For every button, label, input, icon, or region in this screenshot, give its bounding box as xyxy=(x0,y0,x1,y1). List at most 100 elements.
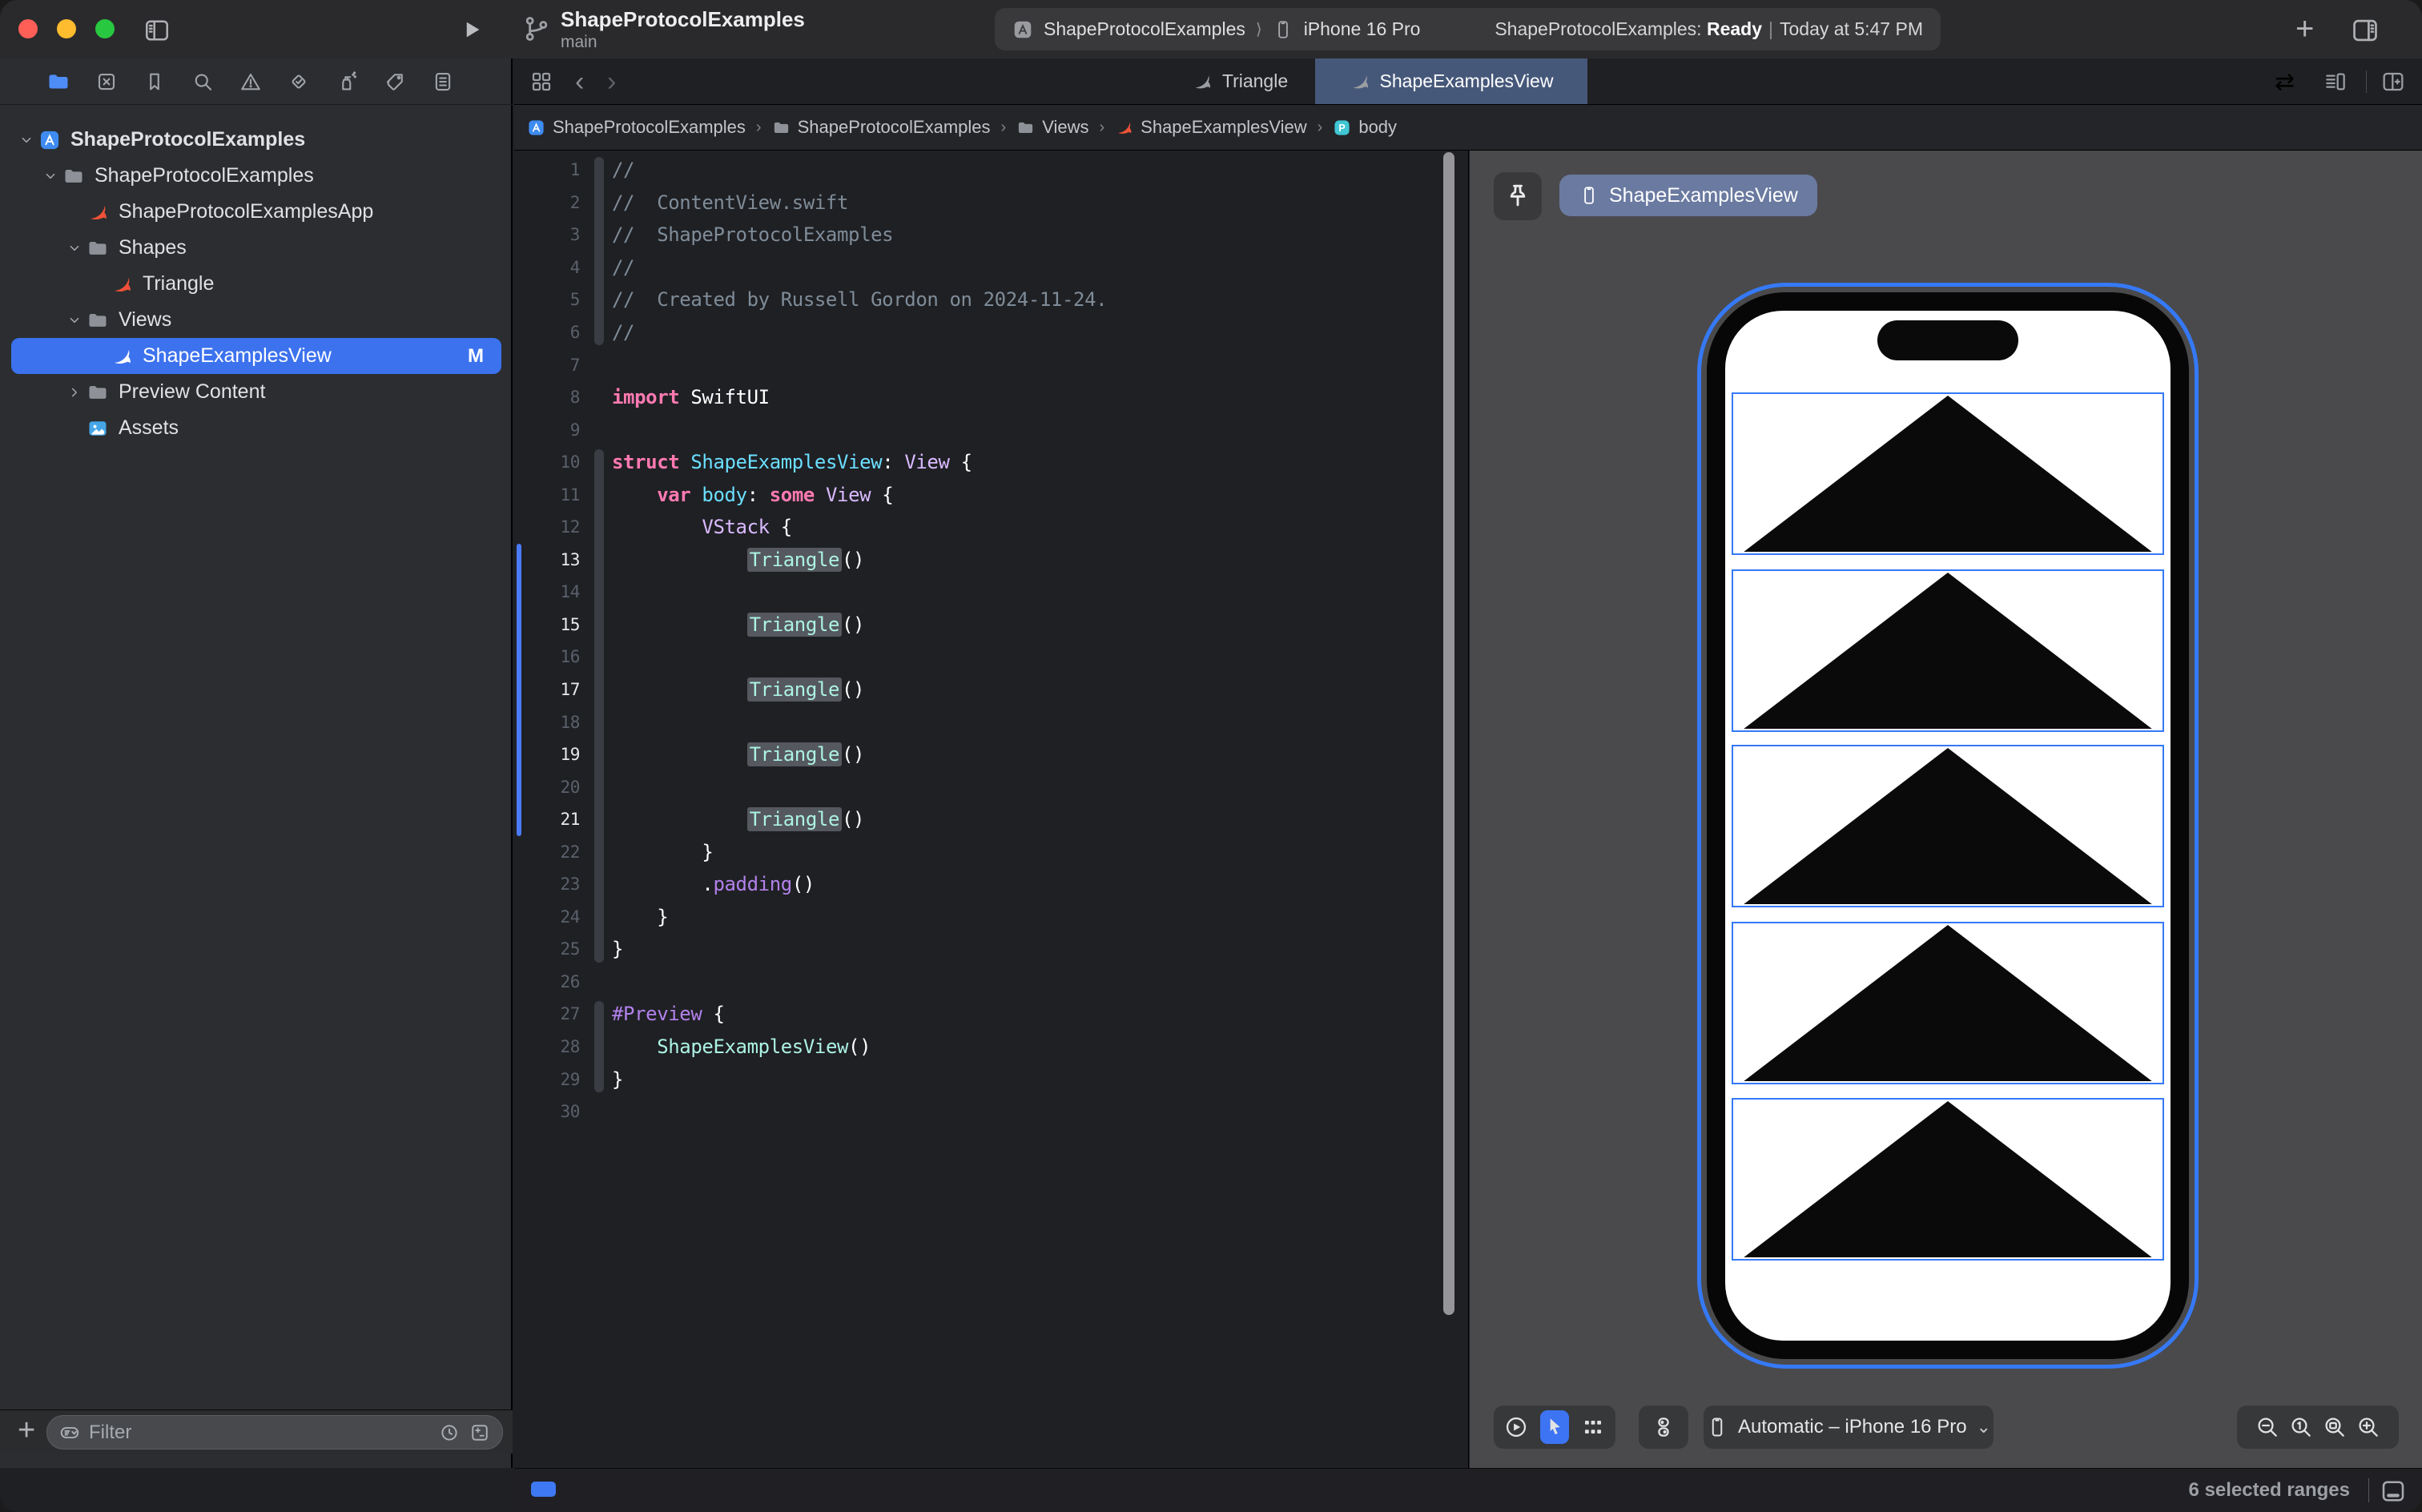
sidebar-item-file-shapeprotocolexamplesapp[interactable]: ShapeProtocolExamplesApp xyxy=(0,194,513,230)
navigator-diamond-check-icon[interactable] xyxy=(287,70,311,94)
code-line-1[interactable]: 1// xyxy=(514,154,1468,187)
code-line-6[interactable]: 6// xyxy=(514,316,1468,349)
code-line-19[interactable]: 19 Triangle() xyxy=(514,738,1468,771)
disclosure-open-icon[interactable] xyxy=(38,167,62,185)
navigator-search-icon[interactable] xyxy=(191,70,215,94)
run-button[interactable] xyxy=(460,18,484,42)
code-line-2[interactable]: 2// ContentView.swift xyxy=(514,187,1468,219)
adjust-editor-options-icon[interactable] xyxy=(2323,69,2348,94)
code-line-5[interactable]: 5// Created by Russell Gordon on 2024-11… xyxy=(514,284,1468,316)
code-line-13[interactable]: 13 Triangle() xyxy=(514,544,1468,577)
code-line-8[interactable]: 8import SwiftUI xyxy=(514,381,1468,414)
scheme-project-label[interactable]: ShapeProtocolExamples xyxy=(1044,18,1245,40)
code-line-14[interactable]: 14 xyxy=(514,576,1468,609)
breadcrumb-shapeexamplesview[interactable]: ShapeExamplesView xyxy=(1115,117,1307,138)
breadcrumb-body[interactable]: Pbody xyxy=(1333,117,1397,138)
disclosure-closed-icon[interactable] xyxy=(62,384,86,401)
triangle-view-2[interactable] xyxy=(1732,569,2164,732)
zoom-window-button[interactable] xyxy=(95,19,115,38)
code-line-18[interactable]: 18 xyxy=(514,706,1468,738)
selectable-mode-button[interactable] xyxy=(1540,1410,1569,1444)
navigator-folder-nav-icon[interactable] xyxy=(46,70,70,94)
toggle-inspector-icon[interactable] xyxy=(2350,15,2380,46)
code-line-25[interactable]: 25} xyxy=(514,933,1468,966)
scheme-device-label[interactable]: iPhone 16 Pro xyxy=(1304,18,1421,40)
code-line-24[interactable]: 24 } xyxy=(514,901,1468,934)
tab-triangle[interactable]: Triangle xyxy=(1165,58,1315,104)
triangle-view-4[interactable] xyxy=(1732,922,2164,1084)
minimize-window-button[interactable] xyxy=(57,19,76,38)
close-window-button[interactable] xyxy=(18,19,38,38)
triangle-view-3[interactable] xyxy=(1732,745,2164,907)
pin-preview-button[interactable] xyxy=(1493,171,1543,221)
editor-scrollbar[interactable] xyxy=(1443,152,1454,1315)
code-line-28[interactable]: 28 ShapeExamplesView() xyxy=(514,1031,1468,1064)
toggle-navigator-icon[interactable] xyxy=(143,16,171,45)
tab-shapeexamplesview[interactable]: ShapeExamplesView xyxy=(1315,58,1587,104)
code-line-7[interactable]: 7 xyxy=(514,348,1468,381)
add-tab-button[interactable]: + xyxy=(2295,11,2314,47)
code-line-30[interactable]: 30 xyxy=(514,1096,1468,1128)
disclosure-open-icon[interactable] xyxy=(62,239,86,257)
breadcrumb-shapeprotocolexamples[interactable]: ShapeProtocolExamples xyxy=(527,117,746,138)
sidebar-item-group-preview-content[interactable]: Preview Content xyxy=(0,374,513,410)
code-line-20[interactable]: 20 xyxy=(514,770,1468,803)
code-line-4[interactable]: 4// xyxy=(514,251,1468,284)
code-line-10[interactable]: 10struct ShapeExamplesView: View { xyxy=(514,446,1468,479)
code-line-3[interactable]: 3// ShapeProtocolExamples xyxy=(514,219,1468,251)
sidebar-item-group-shapeprotocolexamples[interactable]: ShapeProtocolExamples xyxy=(0,158,513,194)
sidebar-item-file-triangle[interactable]: Triangle xyxy=(0,266,513,302)
code-line-9[interactable]: 9 xyxy=(514,413,1468,446)
navigator-tag-icon[interactable] xyxy=(383,70,407,94)
preview-view-pill[interactable]: ShapeExamplesView xyxy=(1559,175,1817,216)
zoom-fit-icon[interactable] xyxy=(2322,1414,2348,1440)
sidebar-item-file-shapeexamplesview[interactable]: ShapeExamplesViewM xyxy=(11,338,501,374)
code-line-23[interactable]: 23 .padding() xyxy=(514,868,1468,901)
breadcrumb-shapeprotocolexamples[interactable]: ShapeProtocolExamples xyxy=(772,117,991,138)
source-editor[interactable]: 1//2// ContentView.swift3// ShapeProtoco… xyxy=(514,151,1469,1468)
navigator-warning-icon[interactable] xyxy=(239,70,263,94)
go-forward-icon[interactable]: › xyxy=(607,66,616,98)
go-back-icon[interactable]: ‹ xyxy=(575,66,584,98)
navigator-spray-icon[interactable] xyxy=(335,70,359,94)
code-line-29[interactable]: 29} xyxy=(514,1063,1468,1096)
split-editor-icon[interactable] xyxy=(2380,69,2406,94)
triangle-view-5[interactable] xyxy=(1732,1098,2164,1261)
code-line-16[interactable]: 16 xyxy=(514,641,1468,674)
sidebar-item-group-shapes[interactable]: Shapes xyxy=(0,230,513,266)
navigator-grid-x-icon[interactable] xyxy=(95,70,119,94)
code-line-15[interactable]: 15 Triangle() xyxy=(514,609,1468,641)
code-line-12[interactable]: 12 VStack { xyxy=(514,511,1468,544)
related-items-icon[interactable] xyxy=(529,69,554,94)
preview-device-menu[interactable]: Automatic – iPhone 16 Pro ⌄ xyxy=(1704,1405,1994,1449)
scm-status-filter-icon[interactable] xyxy=(469,1422,491,1444)
sidebar-item-project-root[interactable]: ShapeProtocolExamples xyxy=(0,122,513,158)
sidebar-item-group-views[interactable]: Views xyxy=(0,302,513,338)
code-line-22[interactable]: 22 } xyxy=(514,835,1468,868)
recent-files-clock-icon[interactable] xyxy=(438,1422,461,1444)
device-settings-icon[interactable] xyxy=(1651,1414,1676,1440)
filter-field[interactable]: Filter xyxy=(46,1415,503,1450)
variants-icon[interactable] xyxy=(1580,1414,1606,1440)
code-line-11[interactable]: 11 var body: some View { xyxy=(514,478,1468,511)
navigator-report-list-icon[interactable] xyxy=(431,70,455,94)
sidebar-item-file-assets[interactable]: Assets xyxy=(0,410,513,446)
zoom-out-icon[interactable] xyxy=(2255,1414,2280,1440)
breadcrumb-views[interactable]: Views xyxy=(1016,117,1088,138)
disclosure-open-icon[interactable] xyxy=(14,131,38,149)
zoom-actual-icon[interactable] xyxy=(2288,1414,2314,1440)
code-line-17[interactable]: 17 Triangle() xyxy=(514,674,1468,706)
activity-scheme-bar[interactable]: ShapeProtocolExamples ⟩ iPhone 16 Pro Sh… xyxy=(995,8,1941,50)
code-line-27[interactable]: 27#Preview { xyxy=(514,998,1468,1031)
toggle-debug-area-icon[interactable] xyxy=(2379,1477,2408,1506)
live-preview-icon[interactable] xyxy=(1503,1414,1529,1440)
add-item-button[interactable]: + xyxy=(18,1413,35,1448)
triangle-view-1[interactable] xyxy=(1732,392,2164,555)
zoom-in-icon[interactable] xyxy=(2356,1414,2381,1440)
code-line-26[interactable]: 26 xyxy=(514,966,1468,999)
code-line-21[interactable]: 21 Triangle() xyxy=(514,803,1468,836)
swap-editor-icon[interactable]: ⇄ xyxy=(2275,68,2295,96)
navigator-sidebar: ShapeProtocolExamplesShapeProtocolExampl… xyxy=(0,58,513,1468)
disclosure-open-icon[interactable] xyxy=(62,312,86,329)
navigator-bookmark-icon[interactable] xyxy=(143,70,167,94)
